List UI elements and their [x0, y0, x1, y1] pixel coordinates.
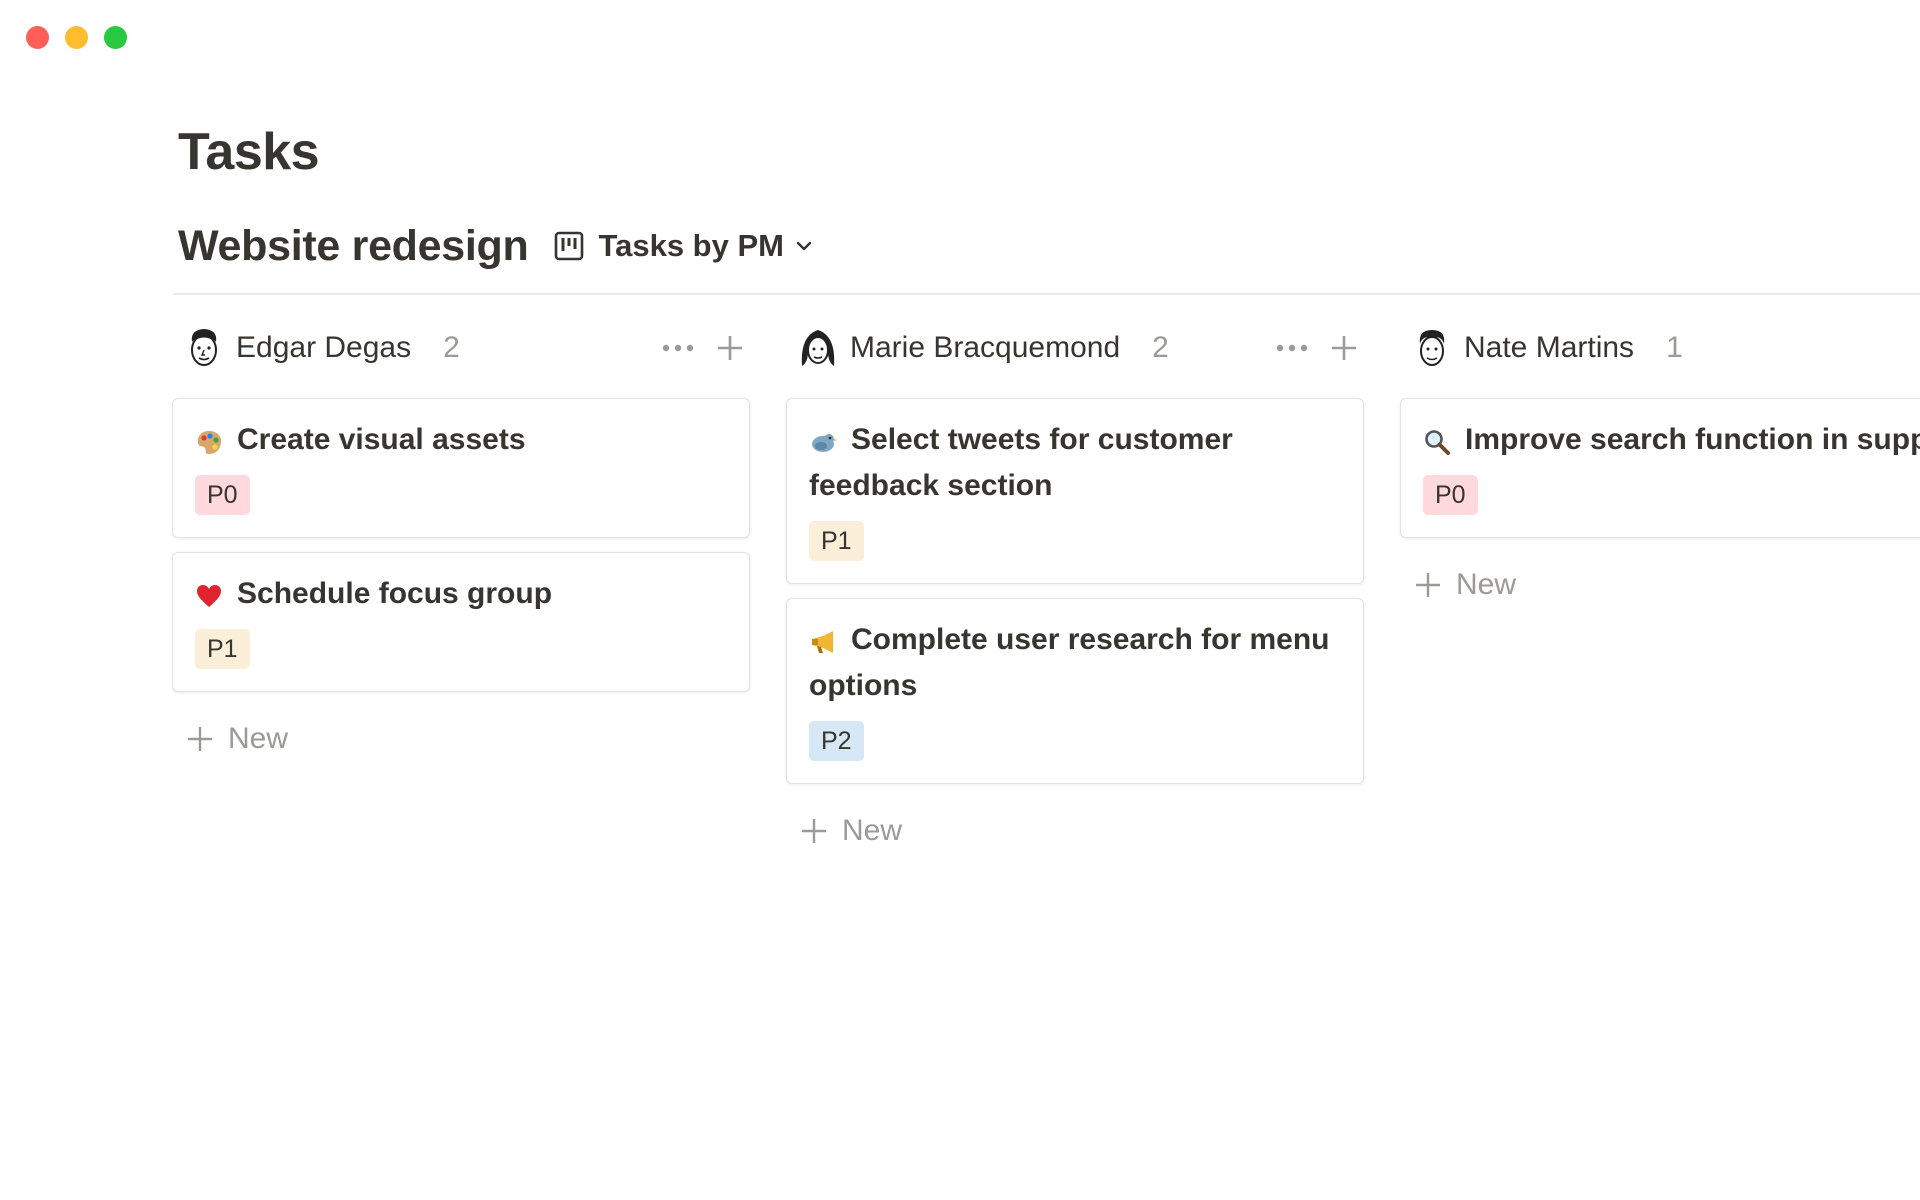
priority-tag: P1 — [809, 521, 864, 561]
megaphone-icon — [809, 624, 837, 654]
column-header: Edgar Degas 2 — [172, 318, 752, 378]
header-divider — [173, 293, 1920, 295]
kanban-board: Edgar Degas 2 Create visual assets P0 Sc… — [172, 318, 1920, 1200]
maximize-window-button[interactable] — [104, 26, 127, 49]
plus-icon — [1414, 571, 1442, 599]
column-count: 2 — [443, 331, 460, 364]
database-header: Website redesign Tasks by PM — [178, 218, 814, 274]
task-card[interactable]: Improve search function in suppo P0 — [1400, 398, 1920, 538]
new-card-button[interactable]: New — [172, 722, 752, 756]
column-name: Marie Bracquemond — [850, 331, 1121, 364]
task-card[interactable]: Complete user research for menu options … — [786, 598, 1364, 784]
priority-tag: P0 — [1423, 475, 1478, 515]
more-options-icon[interactable] — [1276, 343, 1308, 353]
new-card-label: New — [842, 814, 903, 847]
view-label: Tasks by PM — [598, 228, 784, 263]
board-column: Nate Martins 1 Improve search function i… — [1400, 318, 1920, 602]
new-card-button[interactable]: New — [786, 814, 1366, 848]
column-header: Nate Martins 1 — [1400, 318, 1920, 378]
page-title[interactable]: Tasks — [178, 122, 320, 182]
card-title: Complete user research for menu options — [809, 623, 1330, 702]
column-count: 1 — [1666, 331, 1683, 364]
board-view-icon — [554, 231, 584, 261]
priority-tag: P0 — [195, 475, 250, 515]
avatar-marie-icon — [798, 326, 838, 370]
database-title[interactable]: Website redesign — [178, 222, 529, 271]
palette-icon — [195, 424, 223, 455]
card-title: Select tweets for customer feedback sect… — [809, 423, 1233, 502]
priority-tag: P2 — [809, 721, 864, 761]
board-column: Edgar Degas 2 Create visual assets P0 Sc… — [172, 318, 752, 756]
new-card-label: New — [1456, 568, 1517, 601]
task-card[interactable]: Schedule focus group P1 — [172, 552, 750, 692]
minimize-window-button[interactable] — [65, 26, 88, 49]
task-card[interactable]: Create visual assets P0 — [172, 398, 750, 538]
avatar-nate-icon — [1412, 326, 1452, 370]
plus-icon — [800, 817, 828, 845]
card-title: Schedule focus group — [237, 577, 553, 610]
heart-icon — [195, 578, 223, 608]
column-actions — [662, 318, 744, 378]
avatar-edgar-icon — [184, 326, 224, 370]
column-name: Nate Martins — [1464, 331, 1635, 364]
board-column: Marie Bracquemond 2 Select tweets for cu… — [786, 318, 1366, 848]
priority-tag: P1 — [195, 629, 250, 669]
column-actions — [1276, 318, 1358, 378]
card-title: Create visual assets — [237, 423, 526, 456]
new-card-button[interactable]: New — [1400, 568, 1920, 602]
window-controls — [26, 26, 127, 49]
new-card-label: New — [228, 722, 289, 755]
magnifier-icon — [1423, 424, 1451, 456]
close-window-button[interactable] — [26, 26, 49, 49]
plus-icon — [186, 725, 214, 753]
more-options-icon[interactable] — [662, 343, 694, 353]
column-header: Marie Bracquemond 2 — [786, 318, 1366, 378]
column-count: 2 — [1152, 331, 1169, 364]
view-switcher[interactable]: Tasks by PM — [554, 228, 814, 264]
bird-icon — [809, 424, 837, 453]
chevron-down-icon — [794, 236, 814, 256]
task-card[interactable]: Select tweets for customer feedback sect… — [786, 398, 1364, 584]
add-card-icon[interactable] — [716, 334, 744, 362]
column-name: Edgar Degas — [236, 331, 412, 364]
add-card-icon[interactable] — [1330, 334, 1358, 362]
card-title: Improve search function in suppo — [1465, 423, 1920, 456]
